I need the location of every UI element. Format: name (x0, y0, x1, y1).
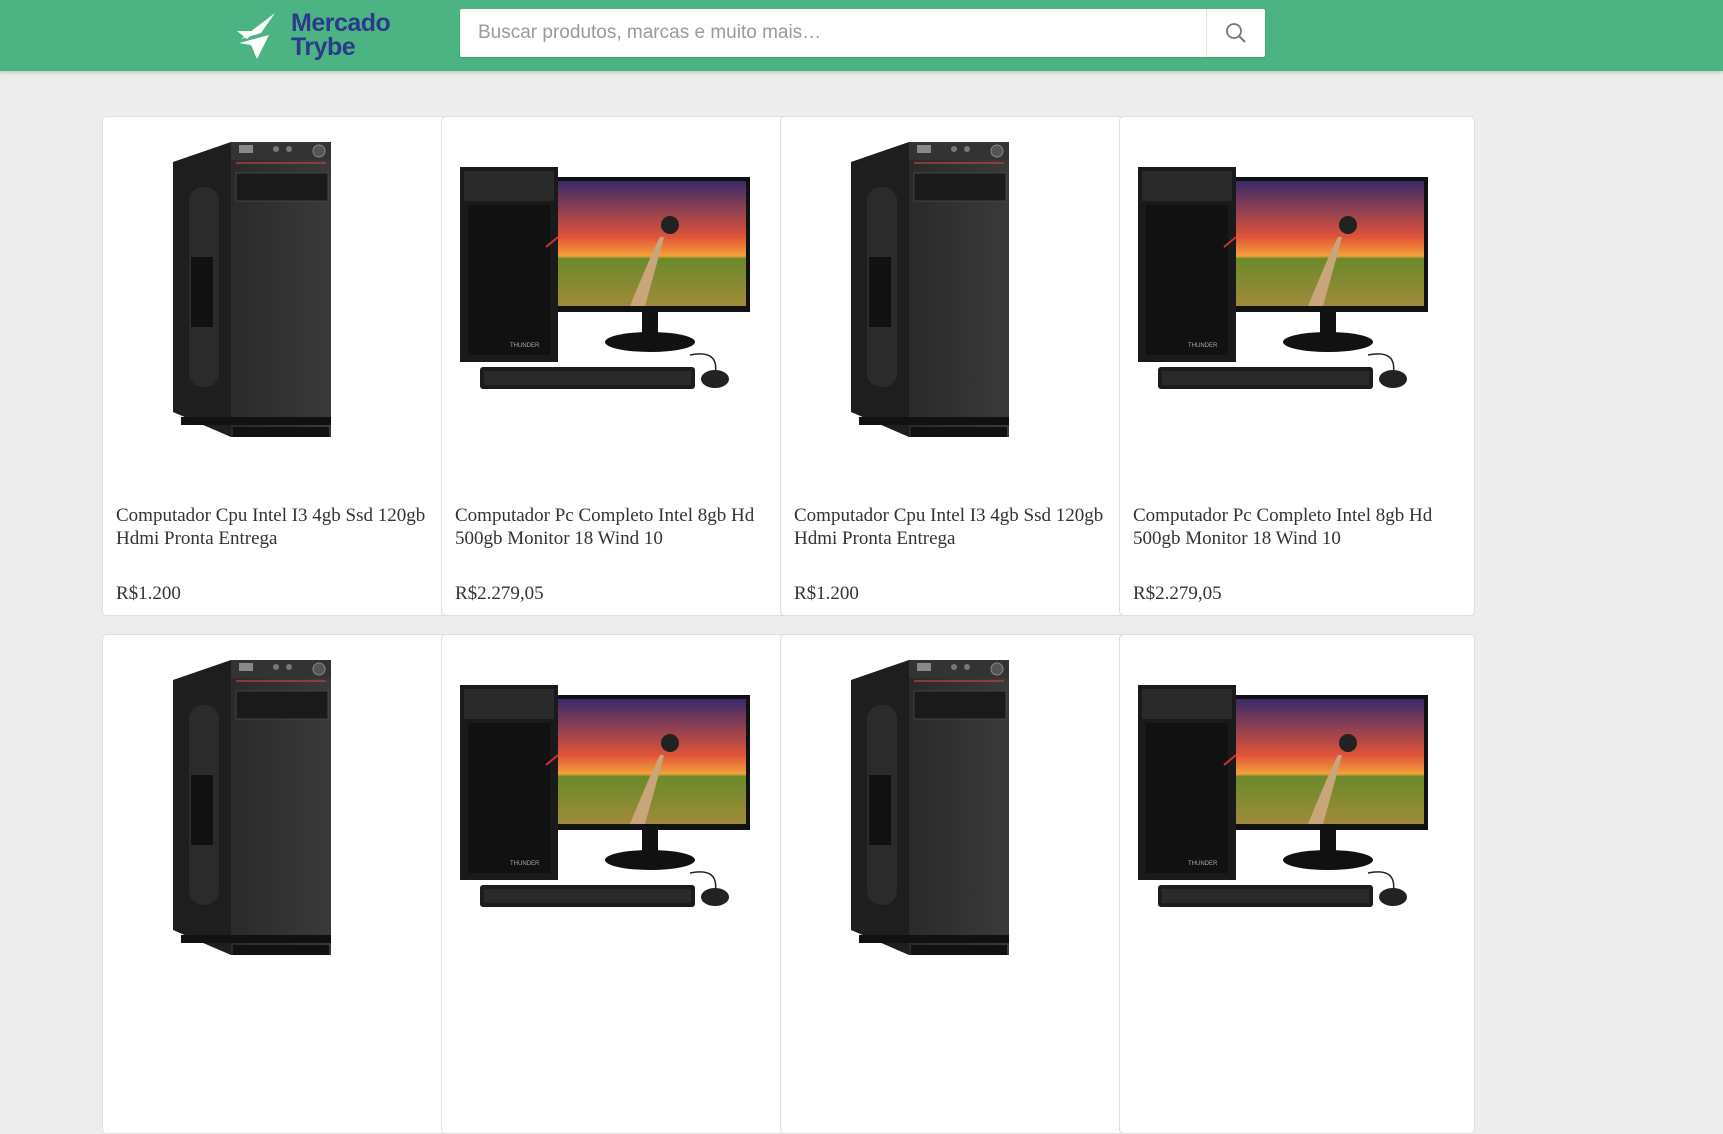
product-image-pc-tower[interactable] (789, 645, 1129, 985)
product-price: R$1.200 (116, 583, 181, 604)
product-card[interactable]: THUNDER Computador Pc Completo Intel 8gb… (1119, 116, 1475, 616)
svg-text:THUNDER: THUNDER (1188, 861, 1218, 867)
product-image-pc-with-monitor[interactable]: THUNDER (1128, 645, 1468, 985)
svg-text:THUNDER: THUNDER (510, 343, 540, 349)
svg-text:THUNDER: THUNDER (1188, 343, 1218, 349)
product-card[interactable] (102, 634, 458, 1134)
product-image-pc-with-monitor[interactable]: THUNDER (450, 127, 790, 467)
product-image-pc-tower[interactable] (111, 645, 451, 985)
top-header: Mercado Trybe (0, 0, 1723, 71)
search-icon (1226, 23, 1246, 43)
product-card[interactable] (780, 634, 1136, 1134)
product-image-pc-tower[interactable] (789, 127, 1129, 467)
product-image-pc-tower[interactable] (111, 127, 451, 467)
search-input[interactable] (460, 9, 1206, 57)
product-price: R$2.279,05 (455, 583, 544, 604)
product-title[interactable]: Computador Pc Completo Intel 8gb Hd 500g… (1133, 504, 1468, 550)
svg-text:THUNDER: THUNDER (510, 861, 540, 867)
product-image-pc-with-monitor[interactable]: THUNDER (1128, 127, 1468, 467)
brand-line-1: Mercado (291, 9, 391, 37)
product-title[interactable]: Computador Pc Completo Intel 8gb Hd 500g… (455, 504, 790, 550)
search-button[interactable] (1206, 9, 1265, 57)
brand-logo[interactable]: Mercado Trybe (235, 6, 415, 64)
product-card[interactable]: THUNDER (1119, 634, 1475, 1134)
airplane-logo-icon (237, 13, 275, 59)
brand-name: Mercado Trybe (291, 9, 391, 61)
search-bar (460, 9, 1265, 57)
product-image-pc-with-monitor[interactable]: THUNDER (450, 645, 790, 985)
product-card[interactable]: THUNDER (441, 634, 797, 1134)
product-card[interactable]: THUNDER Computador Pc Completo Intel 8gb… (441, 116, 797, 616)
product-card[interactable]: Computador Cpu Intel I3 4gb Ssd 120gb Hd… (780, 116, 1136, 616)
product-price: R$2.279,05 (1133, 583, 1222, 604)
product-card[interactable]: Computador Cpu Intel I3 4gb Ssd 120gb Hd… (102, 116, 458, 616)
product-title[interactable]: Computador Cpu Intel I3 4gb Ssd 120gb Hd… (794, 504, 1129, 550)
product-title[interactable]: Computador Cpu Intel I3 4gb Ssd 120gb Hd… (116, 504, 451, 550)
product-price: R$1.200 (794, 583, 859, 604)
brand-line-2: Trybe (291, 33, 356, 61)
